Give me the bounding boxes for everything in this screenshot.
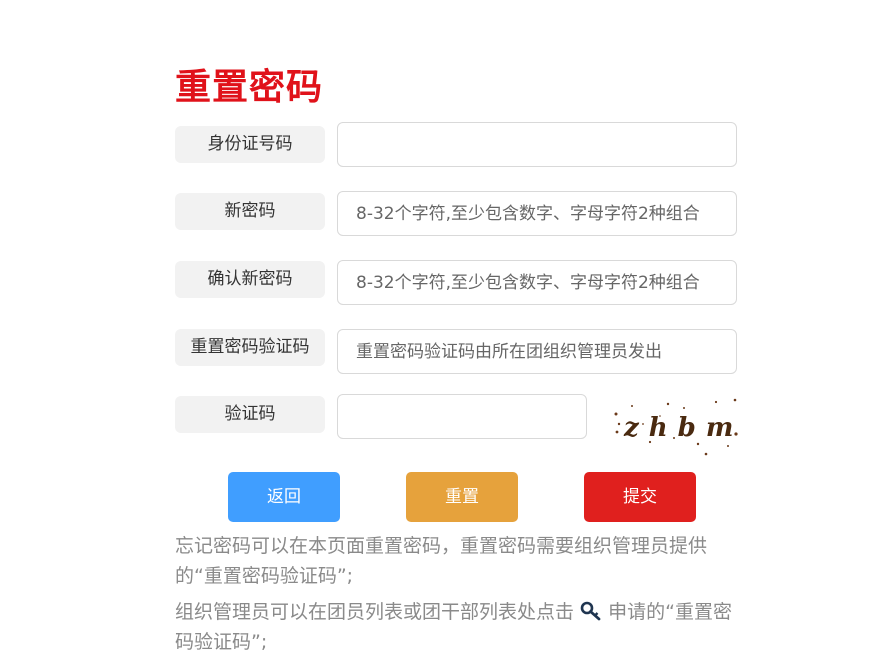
reset-button[interactable]: 重置 [406,472,518,522]
new-password-input[interactable] [337,191,737,236]
page-title: 重置密码 [175,67,324,108]
id-number-label: 身份证号码 [175,126,325,163]
new-password-label: 新密码 [175,193,325,230]
reset-code-label: 重置密码验证码 [175,329,325,366]
submit-button[interactable]: 提交 [584,472,696,522]
help-note-2-prefix: 组织管理员可以在团员列表或团干部列表处点击 [175,601,575,623]
captcha-image[interactable]: zhbm [610,394,740,456]
confirm-password-label: 确认新密码 [175,261,325,298]
back-button[interactable]: 返回 [228,472,340,522]
id-number-input[interactable] [337,122,737,167]
confirm-password-input[interactable] [337,260,737,305]
reset-code-input[interactable] [337,329,737,374]
help-note-2: 组织管理员可以在团员列表或团干部列表处点击 申请的“重置密码验证码”; [175,597,745,657]
captcha-text: zhbm [623,413,740,443]
captcha-label: 验证码 [175,396,325,433]
help-note-1: 忘记密码可以在本页面重置密码，重置密码需要组织管理员提供的“重置密码验证码”; [175,535,708,587]
key-icon [580,600,602,621]
captcha-input[interactable] [337,394,587,439]
